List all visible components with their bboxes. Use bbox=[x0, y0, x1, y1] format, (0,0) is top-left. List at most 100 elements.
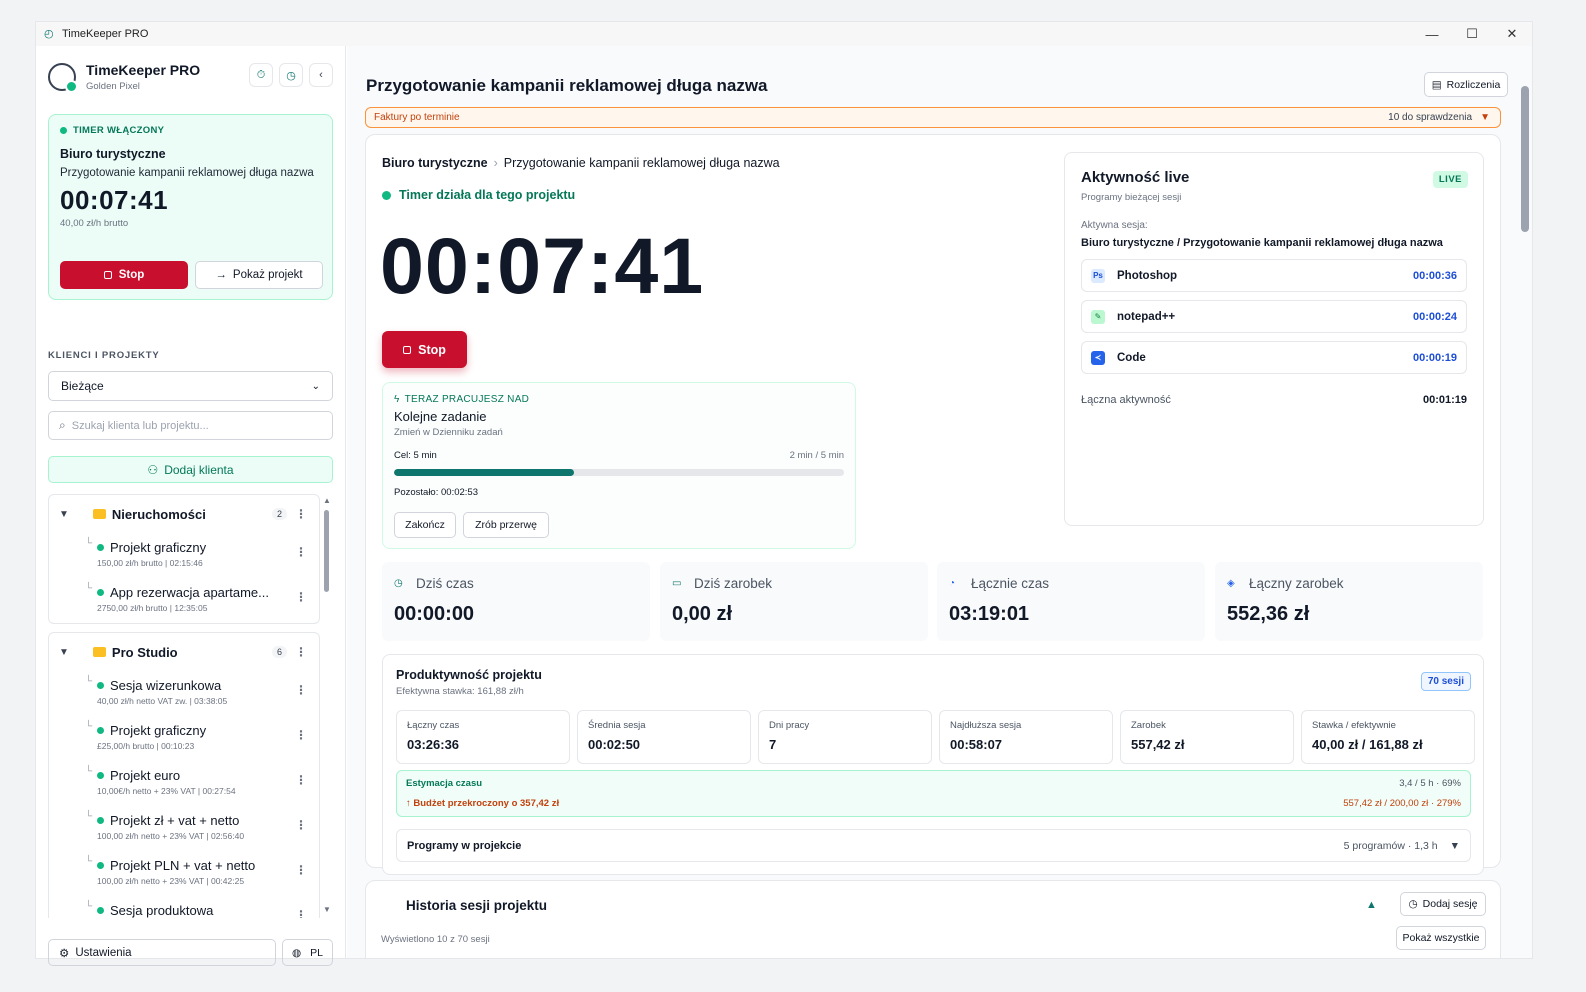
vscode-icon: ≺ bbox=[1091, 350, 1105, 365]
take-break-button[interactable]: Zrób przerwę bbox=[463, 512, 549, 538]
clock-icon: ◷ bbox=[1408, 898, 1418, 910]
overdue-invoices-alert[interactable]: Faktury po terminie 10 do sprawdzenia ▼ bbox=[365, 107, 1501, 128]
live-title: Aktywność live bbox=[1081, 169, 1190, 186]
stopwatch-button[interactable]: ⏱ bbox=[249, 63, 273, 87]
over-budget-warning: ↑ Budżet przekroczony o 357,42 zł bbox=[406, 798, 560, 809]
caret-down-icon[interactable]: ▼ bbox=[59, 647, 69, 658]
task-header: ϟ TERAZ PRACUJESZ NAD bbox=[394, 394, 530, 405]
main-scroll-thumb[interactable] bbox=[1521, 86, 1529, 232]
status-dot bbox=[97, 817, 104, 824]
client-group-header[interactable]: ▼ Nieruchomości 2 ⋮ bbox=[49, 495, 319, 533]
add-session-button[interactable]: ◷ Dodaj sesję bbox=[1400, 892, 1486, 916]
globe-icon: ◍ bbox=[291, 946, 302, 959]
more-icon[interactable]: ⋮ bbox=[295, 545, 307, 559]
client-group-header[interactable]: ▼ Pro Studio 6 ⋮ bbox=[49, 633, 319, 671]
more-icon[interactable]: ⋮ bbox=[295, 908, 307, 918]
sessions-badge: 70 sesji bbox=[1420, 672, 1471, 691]
language-button[interactable]: ◍ PL bbox=[282, 939, 333, 966]
add-client-button[interactable]: ⚇ Dodaj klienta bbox=[48, 456, 333, 483]
productivity-sub: Efektywna stawka: 161,88 zł/h bbox=[396, 686, 524, 697]
caret-down-icon[interactable]: ▼ bbox=[1480, 112, 1490, 123]
project-item[interactable]: └ Projekt graficzny 150,00 zł/h brutto |… bbox=[49, 533, 319, 578]
close-icon[interactable]: ✕ bbox=[1492, 22, 1532, 46]
sidebar-stop-button[interactable]: Stop bbox=[60, 261, 188, 289]
chevron-down-icon: ⌄ bbox=[311, 380, 320, 392]
project-item[interactable]: └ Projekt euro 10,00€/h netto + 23% VAT … bbox=[49, 761, 319, 806]
finish-task-button[interactable]: Zakończ bbox=[394, 512, 456, 538]
search-placeholder: Szukaj klienta lub projektu... bbox=[71, 419, 209, 432]
stat-total-time: ◔ Łącznie czas 03:19:01 bbox=[937, 562, 1205, 641]
live-sub: Programy bieżącej sesji bbox=[1081, 192, 1182, 203]
metric-card: Łączny czas 03:26:36 bbox=[396, 710, 570, 764]
active-timer-card: TIMER WŁĄCZONY Biuro turystyczne Przygot… bbox=[48, 114, 333, 300]
status-dot bbox=[97, 862, 104, 869]
app-row-notepad: ✎ notepad++ 00:00:24 bbox=[1081, 300, 1467, 333]
breadcrumb-client[interactable]: Biuro turystyczne bbox=[382, 156, 488, 170]
more-icon[interactable]: ⋮ bbox=[295, 645, 307, 659]
running-indicator: Timer działa dla tego projektu bbox=[382, 188, 575, 202]
more-icon[interactable]: ⋮ bbox=[295, 863, 307, 877]
task-sub[interactable]: Zmień w Dzienniku zadań bbox=[394, 427, 844, 438]
current-task-panel: ϟ TERAZ PRACUJESZ NAD Kolejne zadanie Zmi… bbox=[382, 382, 856, 549]
more-icon[interactable]: ⋮ bbox=[295, 507, 307, 521]
notepad-icon: ✎ bbox=[1091, 309, 1105, 324]
project-item[interactable]: └ Sesja produktowa ⋮ bbox=[49, 896, 319, 918]
history-title: Historia sesji projektu bbox=[406, 898, 548, 913]
billing-button[interactable]: ▤ Rozliczenia bbox=[1424, 72, 1508, 97]
settings-button[interactable]: ⚙ Ustawienia bbox=[48, 939, 276, 966]
more-icon[interactable]: ⋮ bbox=[295, 590, 307, 604]
more-icon[interactable]: ⋮ bbox=[295, 818, 307, 832]
metrics-row: Łączny czas 03:26:36 Średnia sesja 00:02:5… bbox=[396, 710, 1475, 764]
timer-status: TIMER WŁĄCZONY bbox=[60, 125, 321, 136]
project-item[interactable]: └ App rezerwacja apartame... 2750,00 zł/… bbox=[49, 578, 319, 623]
client-tree: ▼ Nieruchomości 2 ⋮ └ Projekt graficzny … bbox=[48, 494, 320, 918]
tree-branch-icon: └ bbox=[85, 583, 93, 594]
caret-down-icon[interactable]: ▼ bbox=[59, 509, 69, 520]
caret-down-icon[interactable]: ▼ bbox=[1450, 840, 1460, 852]
stat-today-earnings: ▭ Dziś zarobek 0,00 zł bbox=[660, 562, 928, 641]
clock-icon: ◷ bbox=[286, 69, 296, 82]
task-progress-bar bbox=[394, 469, 844, 476]
collapse-sidebar-button[interactable]: ‹ bbox=[309, 63, 333, 87]
scroll-down-icon[interactable]: ▼ bbox=[323, 905, 331, 914]
maximize-icon[interactable]: ☐ bbox=[1452, 22, 1492, 46]
minimize-icon[interactable]: — bbox=[1412, 22, 1452, 46]
project-item[interactable]: └ Projekt zł + vat + netto 100,00 zł/h n… bbox=[49, 806, 319, 851]
more-icon[interactable]: ⋮ bbox=[295, 773, 307, 787]
breadcrumb-project: Przygotowanie kampanii reklamowej długa … bbox=[503, 156, 780, 170]
count-badge: 6 bbox=[271, 646, 287, 658]
status-dot bbox=[97, 589, 104, 596]
tree-branch-icon: └ bbox=[85, 766, 93, 777]
app-window: ◴ TimeKeeper PRO — ☐ ✕ TimeKeeper PRO Go… bbox=[36, 22, 1532, 966]
more-icon[interactable]: ⋮ bbox=[295, 683, 307, 697]
caret-up-icon[interactable]: ▲ bbox=[1366, 899, 1377, 911]
programs-accordion[interactable]: Programy w projekcie 5 programów · 1,3 h… bbox=[396, 829, 1471, 862]
tree-branch-icon: └ bbox=[85, 856, 93, 867]
metric-card: Średnia sesja 00:02:50 bbox=[577, 710, 751, 764]
receipt-icon: ▤ bbox=[1431, 78, 1442, 91]
more-icon[interactable]: ⋮ bbox=[295, 728, 307, 742]
time-estimation-box: Estymacja czasu 3,4 / 5 h · 69% ↑ Budżet… bbox=[396, 770, 1471, 817]
show-project-button[interactable]: → Pokaż projekt bbox=[195, 261, 323, 289]
tree-branch-icon: └ bbox=[85, 676, 93, 687]
status-dot bbox=[97, 544, 104, 551]
stat-today-time: ◷ Dziś czas 00:00:00 bbox=[382, 562, 650, 641]
productivity-panel: Produktywność projektu Efektywna stawka:… bbox=[382, 654, 1484, 875]
stopwatch-icon: ⏱ bbox=[256, 68, 266, 81]
search-input[interactable]: ⌕ Szukaj klienta lub projektu... bbox=[48, 411, 333, 440]
project-filter-select[interactable]: Bieżące ⌄ bbox=[48, 371, 333, 401]
project-item[interactable]: └ Projekt graficzny £25,00/h brutto | 00… bbox=[49, 716, 319, 761]
show-all-button[interactable]: Pokaż wszystkie bbox=[1396, 926, 1486, 950]
project-item[interactable]: └ Sesja wizerunkowa 40,00 zł/h netto VAT… bbox=[49, 671, 319, 716]
history-sub: Wyświetlono 10 z 70 sesji bbox=[381, 934, 490, 945]
timer-project: Przygotowanie kampanii reklamowej długa … bbox=[60, 167, 314, 179]
alert-text: Faktury po terminie bbox=[374, 112, 460, 123]
sidebar-scrollbar[interactable]: ▲ ▼ bbox=[323, 496, 331, 914]
search-icon: ⌕ bbox=[59, 418, 66, 432]
clock-button[interactable]: ◷ bbox=[279, 63, 303, 87]
main-stop-button[interactable]: Stop bbox=[382, 331, 467, 368]
scroll-up-icon[interactable]: ▲ bbox=[323, 496, 331, 505]
section-label: KLIENCI I PROJEKTY bbox=[48, 350, 160, 361]
project-item[interactable]: └ Projekt PLN + vat + netto 100,00 zł/h … bbox=[49, 851, 319, 896]
scroll-thumb[interactable] bbox=[324, 510, 329, 592]
